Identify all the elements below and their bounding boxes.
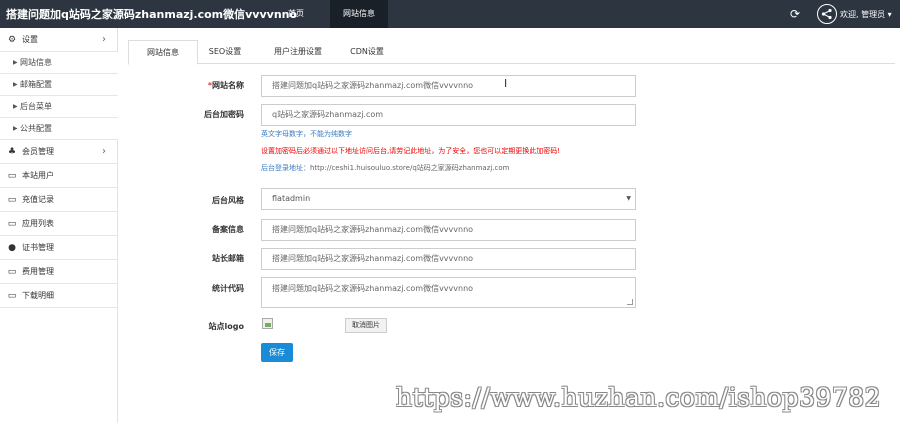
admin-email-input[interactable]: 搭建问题加q站码之家源码zhanmazj.com微信vvvvnno — [261, 248, 636, 270]
nav-home[interactable]: 首页 — [268, 0, 324, 28]
sidebar-item-certificates[interactable]: ● 证书管理 — [0, 236, 118, 260]
site-name-input[interactable]: 搭建问题加q站码之家源码zhanmazj.com微信vvvvnno — [261, 75, 636, 97]
chevron-right-icon: › — [102, 34, 106, 45]
sidebar-item-settings[interactable]: ⚙ 设置 › — [0, 28, 118, 52]
sidebar-subitem-site-info[interactable]: ▶ 网站信息 — [0, 52, 118, 74]
icp-input[interactable]: 搭建问题加q站码之家源码zhanmazj.com微信vvvvnno — [261, 219, 636, 241]
monitor-icon: ▭ — [7, 219, 17, 229]
tab-user-registration[interactable]: 用户注册设置 — [258, 40, 338, 64]
sidebar-item-apps[interactable]: ▭ 应用列表 — [0, 212, 118, 236]
sidebar-item-downloads[interactable]: ▭ 下载明细 — [0, 284, 118, 308]
logo-image-icon[interactable] — [262, 318, 273, 329]
gears-icon: ⚙ — [7, 35, 17, 45]
caret-right-icon: ▶ — [13, 103, 18, 110]
admin-code-help: 英文字母数字，不能为纯数字 — [261, 130, 352, 138]
save-button[interactable]: 保存 — [261, 343, 293, 362]
share-icon[interactable] — [817, 4, 837, 24]
site-name-label: *网站名称 — [207, 81, 244, 90]
admin-login-url: 后台登录地址：http://ceshi1.huisouluo.store/q站码… — [261, 164, 510, 172]
admin-style-select[interactable]: flatadmin ▼ — [261, 188, 636, 210]
settings-tabs: 网站信息 SEO设置 用户注册设置 CDN设置 — [128, 40, 895, 65]
monitor-icon: ▭ — [7, 291, 17, 301]
chevron-right-icon: › — [102, 146, 106, 157]
sidebar-item-recharge[interactable]: ▭ 充值记录 — [0, 188, 118, 212]
admin-code-input[interactable]: q站码之家源码zhanmazj.com — [261, 104, 636, 126]
stats-code-textarea[interactable]: 搭建问题加q站码之家源码zhanmazj.com微信vvvvnno — [261, 277, 636, 308]
text-cursor-icon: I — [504, 77, 508, 90]
admin-code-warning: 设置加密码后必须通过以下地址访问后台,请劳记此地址，为了安全，您也可以定期更换此… — [261, 147, 561, 155]
caret-right-icon: ▶ — [13, 59, 18, 66]
sidebar-item-site-users[interactable]: ▭ 本站用户 — [0, 164, 118, 188]
brand-title: 搭建问题加q站码之家源码zhanmazj.com微信vvvvnno — [6, 8, 298, 21]
admin-email-label: 站长邮箱 — [212, 254, 244, 263]
sidebar-subitem-public-config[interactable]: ▶ 公共配置 — [0, 118, 118, 140]
monitor-icon: ▭ — [7, 195, 17, 205]
sidebar-item-members[interactable]: ♣ 会员管理 › — [0, 140, 118, 164]
monitor-icon: ▭ — [7, 267, 17, 277]
chevron-down-icon: ▼ — [626, 195, 631, 202]
sidebar: ⚙ 设置 › ▶ 网站信息 ▶ 邮箱配置 ▶ 后台菜单 ▶ 公共配置 ♣ 会员管… — [0, 28, 118, 423]
caret-right-icon: ▶ — [13, 81, 18, 88]
tab-seo[interactable]: SEO设置 — [200, 40, 250, 64]
icp-label: 备案信息 — [212, 225, 244, 234]
users-icon: ♣ — [7, 147, 17, 157]
sidebar-item-label: 设置 — [22, 35, 38, 44]
sidebar-subitem-mail-config[interactable]: ▶ 邮箱配置 — [0, 74, 118, 96]
resize-grip-icon[interactable] — [627, 299, 633, 305]
admin-code-label: 后台加密码 — [204, 110, 244, 119]
admin-style-label: 后台风格 — [212, 196, 244, 205]
top-bar: 搭建问题加q站码之家源码zhanmazj.com微信vvvvnno 首页 网站信… — [0, 0, 900, 28]
monitor-icon: ▭ — [7, 171, 17, 181]
nav-site-info[interactable]: 网站信息 — [330, 0, 388, 28]
caret-right-icon: ▶ — [13, 125, 18, 132]
sidebar-subitem-admin-menu[interactable]: ▶ 后台菜单 — [0, 96, 118, 118]
tab-site-info[interactable]: 网站信息 — [128, 40, 198, 65]
watermark: https://www.huzhan.com/ishop39782 — [396, 383, 882, 412]
badge-icon: ● — [8, 243, 16, 253]
tab-cdn[interactable]: CDN设置 — [340, 40, 394, 64]
cancel-image-button[interactable]: 取消图片 — [345, 318, 387, 333]
stats-code-label: 统计代码 — [212, 284, 244, 293]
sidebar-item-fees[interactable]: ▭ 费用管理 — [0, 260, 118, 284]
user-menu[interactable]: 欢迎, 管理员 ▾ — [840, 9, 892, 20]
refresh-icon[interactable]: ⟳ — [788, 7, 802, 21]
site-logo-label: 站点logo — [208, 322, 244, 331]
